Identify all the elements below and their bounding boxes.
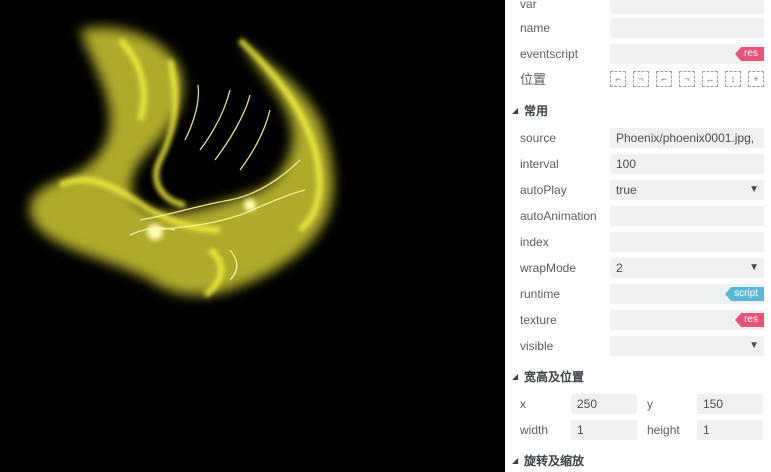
y-label: y xyxy=(647,397,653,411)
prop-label: autoPlay xyxy=(520,183,567,197)
width-label: width xyxy=(520,423,549,437)
x-label: x xyxy=(520,397,526,411)
prop-row-xy: x 250 y 150 xyxy=(505,393,771,415)
prop-row-source: source Phoenix/phoenix0001.jpg, xyxy=(505,127,771,149)
collapse-icon: ◢ xyxy=(512,372,519,381)
section-title: 宽高及位置 xyxy=(524,370,585,384)
prop-row-runtime: runtime script xyxy=(505,283,771,305)
prop-label: name xyxy=(520,21,551,35)
collapse-icon: ◢ xyxy=(512,106,519,115)
width-input[interactable]: 1 xyxy=(571,420,637,440)
scene-preview[interactable] xyxy=(0,0,505,472)
res-tag[interactable]: res xyxy=(735,47,764,61)
x-input[interactable]: 250 xyxy=(571,394,637,414)
prop-row-eventscript: eventscript res xyxy=(505,43,771,65)
section-common[interactable]: ◢ 常用 xyxy=(505,100,771,122)
name-input[interactable] xyxy=(610,18,764,38)
prop-row-interval: interval 100 xyxy=(505,153,771,175)
align-center-h-icon[interactable]: ¬ xyxy=(633,71,649,87)
prop-label: var xyxy=(520,0,537,11)
section-rotate-scale[interactable]: ◢ 旋转及缩放 xyxy=(505,450,771,472)
script-tag[interactable]: script xyxy=(725,287,764,301)
interval-input[interactable]: 100 xyxy=(610,154,764,174)
section-size-position[interactable]: ◢ 宽高及位置 xyxy=(505,366,771,388)
var-input[interactable] xyxy=(610,0,764,14)
prop-row-autoplay: autoPlay true ▼ xyxy=(505,179,771,201)
prop-row-var: var xyxy=(505,0,771,15)
prop-label: index xyxy=(520,235,549,249)
res-tag[interactable]: res xyxy=(735,313,764,327)
dropdown-arrow-icon[interactable]: ▼ xyxy=(749,258,759,278)
prop-row-wrapmode: wrapMode 2 ▼ xyxy=(505,257,771,279)
prop-row-position: 位置 ⌐ ¬ ⌐ ¬ ↔ ↕ + xyxy=(505,69,771,91)
phoenix-sprite xyxy=(29,27,334,298)
index-input[interactable] xyxy=(610,232,764,252)
height-input[interactable]: 1 xyxy=(697,420,763,440)
prop-label: source xyxy=(520,131,557,145)
autoplay-select[interactable]: true ▼ xyxy=(610,180,764,200)
prop-label: 位置 xyxy=(520,72,547,87)
prop-row-texture: texture res xyxy=(505,309,771,331)
select-value: 2 xyxy=(616,261,623,275)
distribute-v-icon[interactable]: ↕ xyxy=(725,71,741,87)
runtime-input[interactable]: script xyxy=(610,284,764,304)
autoanimation-input[interactable] xyxy=(610,206,764,226)
prop-label: interval xyxy=(520,157,559,171)
align-top-icon[interactable]: ¬ xyxy=(679,71,695,87)
dropdown-arrow-icon[interactable]: ▼ xyxy=(749,180,759,200)
prop-label: runtime xyxy=(520,287,561,301)
prop-row-autoanimation: autoAnimation xyxy=(505,205,771,227)
section-title: 旋转及缩放 xyxy=(524,454,585,468)
add-icon[interactable]: + xyxy=(748,71,764,87)
dropdown-arrow-icon[interactable]: ▼ xyxy=(749,336,759,356)
source-input[interactable]: Phoenix/phoenix0001.jpg, xyxy=(610,128,764,148)
eventscript-input[interactable]: res xyxy=(610,44,764,64)
prop-label: texture xyxy=(520,313,557,327)
prop-row-size: width 1 height 1 xyxy=(505,419,771,441)
wrapmode-select[interactable]: 2 ▼ xyxy=(610,258,764,278)
prop-row-index: index xyxy=(505,231,771,253)
collapse-icon: ◢ xyxy=(512,456,519,465)
texture-input[interactable]: res xyxy=(610,310,764,330)
prop-label: visible xyxy=(520,339,554,353)
align-left-icon[interactable]: ⌐ xyxy=(610,71,626,87)
prop-row-visible: visible ▼ xyxy=(505,335,771,357)
select-value: true xyxy=(616,183,637,197)
prop-label: wrapMode xyxy=(520,261,577,275)
prop-row-name: name xyxy=(505,17,771,39)
section-title: 常用 xyxy=(524,104,549,118)
align-right-icon[interactable]: ⌐ xyxy=(656,71,672,87)
height-label: height xyxy=(647,423,680,437)
y-input[interactable]: 150 xyxy=(697,394,763,414)
prop-label: autoAnimation xyxy=(520,209,597,223)
distribute-h-icon[interactable]: ↔ xyxy=(702,71,718,87)
property-panel: var name eventscript res 位置 ⌐ ¬ ⌐ ¬ ↔ ↕ … xyxy=(505,0,771,472)
visible-select[interactable]: ▼ xyxy=(610,336,764,356)
prop-label: eventscript xyxy=(520,47,579,61)
